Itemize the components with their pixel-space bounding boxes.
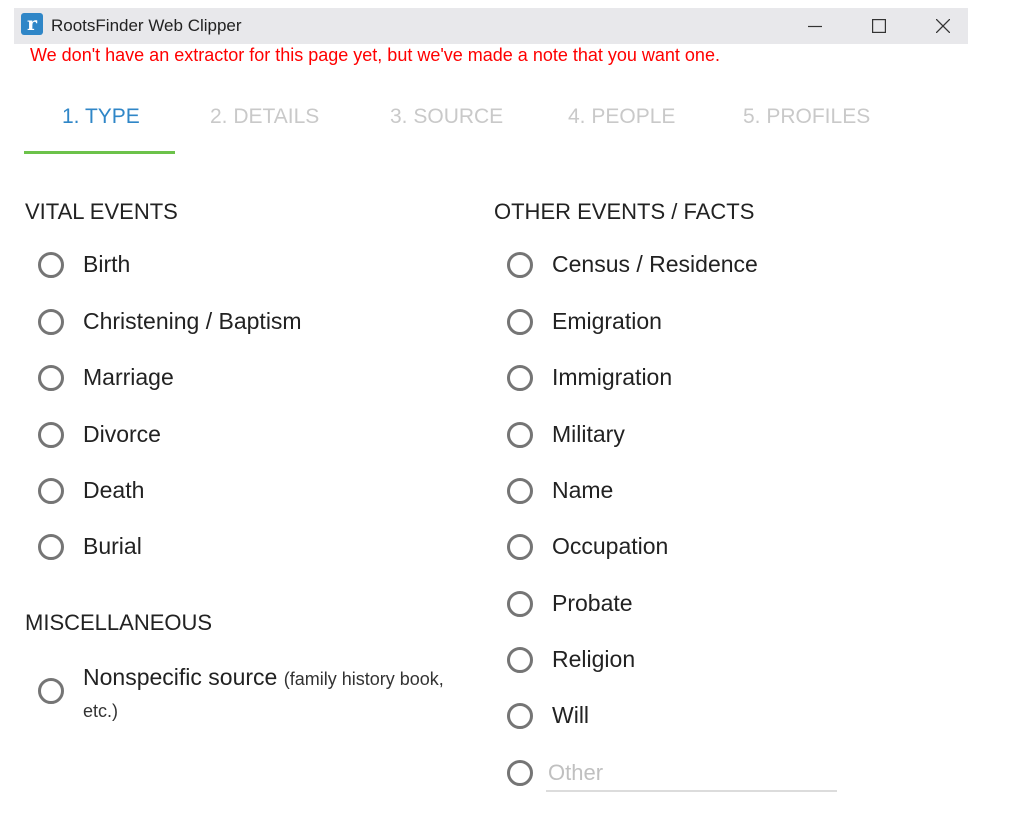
- radio-circle-icon[interactable]: [38, 533, 64, 560]
- active-tab-indicator: [24, 151, 175, 154]
- minimize-button[interactable]: [792, 8, 838, 44]
- title-bar: r RootsFinder Web Clipper: [14, 8, 968, 44]
- tab-people[interactable]: 4. PEOPLE: [568, 105, 675, 129]
- close-icon: [936, 19, 950, 33]
- radio-occupation[interactable]: Occupation: [507, 533, 668, 560]
- nonspecific-source-text: Nonspecific source: [83, 664, 278, 690]
- radio-circle-icon[interactable]: [507, 251, 533, 278]
- minimize-icon: [808, 25, 822, 28]
- option-label: Divorce: [83, 421, 161, 447]
- maximize-icon: [872, 19, 886, 33]
- radio-death[interactable]: Death: [38, 477, 144, 504]
- nonspecific-source-label: Nonspecific source (family history book,…: [83, 662, 483, 726]
- option-label: Burial: [83, 533, 142, 559]
- option-label: Immigration: [552, 364, 673, 390]
- radio-marriage[interactable]: Marriage: [38, 364, 174, 391]
- radio-birth[interactable]: Birth: [38, 251, 130, 278]
- option-label: Name: [552, 477, 614, 503]
- radio-circle-icon[interactable]: [507, 364, 533, 391]
- radio-immigration[interactable]: Immigration: [507, 364, 672, 391]
- option-label: Census / Residence: [552, 251, 758, 277]
- radio-probate[interactable]: Probate: [507, 590, 633, 617]
- option-label: Birth: [83, 251, 131, 277]
- option-label: Emigration: [552, 308, 662, 334]
- tab-details[interactable]: 2. DETAILS: [210, 105, 319, 129]
- radio-census-residence[interactable]: Census / Residence: [507, 251, 758, 278]
- option-label: Religion: [552, 646, 636, 672]
- other-event-input[interactable]: [546, 756, 837, 792]
- radio-burial[interactable]: Burial: [38, 533, 142, 560]
- radio-circle-icon[interactable]: [507, 477, 533, 504]
- radio-circle-icon[interactable]: [507, 646, 533, 673]
- option-label: Death: [83, 477, 145, 503]
- radio-circle-icon[interactable]: [507, 590, 533, 617]
- tab-profiles[interactable]: 5. PROFILES: [743, 105, 870, 129]
- radio-will[interactable]: Will: [507, 702, 589, 729]
- radio-name[interactable]: Name: [507, 477, 613, 504]
- option-label: Will: [552, 702, 590, 728]
- radio-circle-icon[interactable]: [38, 477, 64, 504]
- option-label: Christening / Baptism: [83, 308, 302, 334]
- radio-nonspecific-source[interactable]: [38, 678, 83, 704]
- option-label: Marriage: [83, 364, 174, 390]
- option-label: Occupation: [552, 533, 669, 559]
- radio-circle-icon[interactable]: [507, 421, 533, 448]
- radio-circle-icon[interactable]: [38, 364, 64, 391]
- radio-circle-icon[interactable]: [507, 308, 533, 335]
- option-label: Military: [552, 421, 625, 447]
- radio-military[interactable]: Military: [507, 421, 625, 448]
- rootsfinder-logo-icon: r: [21, 13, 43, 35]
- step-tabs: 1. TYPE 2. DETAILS 3. SOURCE 4. PEOPLE 5…: [0, 100, 1024, 156]
- miscellaneous-heading: MISCELLANEOUS: [25, 610, 213, 635]
- vital-events-heading: VITAL EVENTS: [25, 199, 178, 224]
- radio-circle-icon[interactable]: [507, 702, 533, 729]
- radio-circle-icon[interactable]: [507, 533, 533, 560]
- option-label: Probate: [552, 590, 633, 616]
- maximize-button[interactable]: [856, 8, 902, 44]
- radio-emigration[interactable]: Emigration: [507, 308, 662, 335]
- radio-divorce[interactable]: Divorce: [38, 421, 161, 448]
- radio-circle-icon[interactable]: [38, 421, 64, 448]
- window-title: RootsFinder Web Clipper: [51, 16, 242, 35]
- radio-circle-icon[interactable]: [38, 678, 64, 704]
- radio-circle-icon[interactable]: [507, 760, 533, 786]
- tab-type[interactable]: 1. TYPE: [62, 105, 140, 129]
- other-events-heading: OTHER EVENTS / FACTS: [494, 199, 755, 224]
- radio-circle-icon[interactable]: [38, 251, 64, 278]
- close-button[interactable]: [920, 8, 966, 44]
- radio-religion[interactable]: Religion: [507, 646, 635, 673]
- radio-circle-icon[interactable]: [38, 308, 64, 335]
- radio-christening-baptism[interactable]: Christening / Baptism: [38, 308, 302, 335]
- extractor-notice: We don't have an extractor for this page…: [30, 45, 720, 65]
- tab-source[interactable]: 3. SOURCE: [390, 105, 503, 129]
